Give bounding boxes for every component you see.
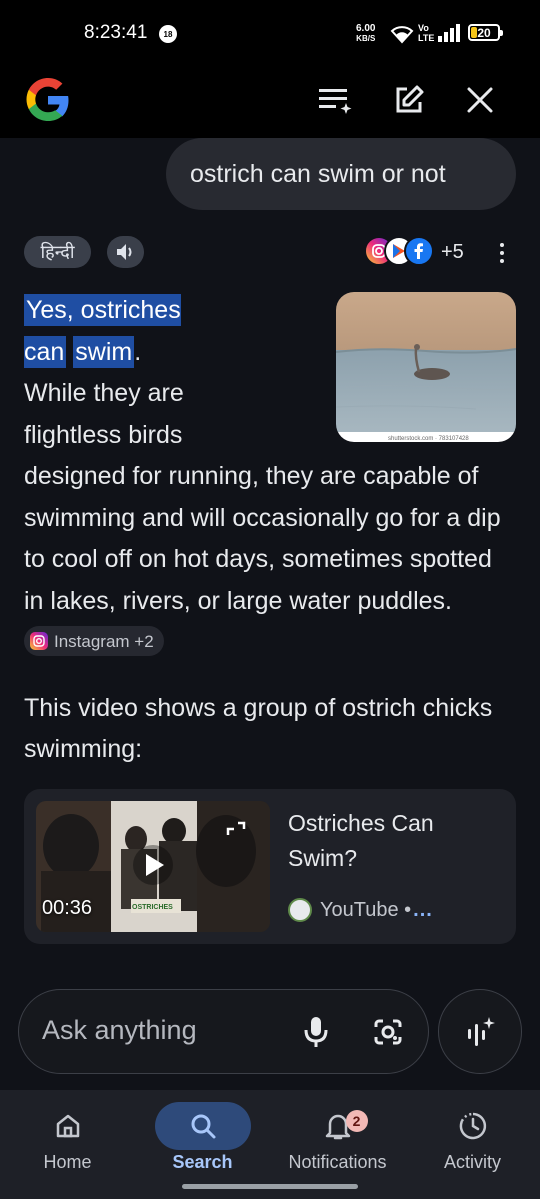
facebook-icon: [404, 236, 434, 266]
volume-icon: [116, 244, 131, 260]
source-icons[interactable]: [364, 234, 434, 268]
battery-fill: [471, 27, 477, 38]
instagram-icon: [30, 632, 48, 651]
nav-notifications[interactable]: 2 Notifications: [270, 1090, 405, 1190]
language-chip[interactable]: हिन्दी: [24, 236, 91, 268]
signal-icon: [438, 24, 462, 47]
nav-activity[interactable]: Activity: [405, 1090, 540, 1190]
volte-line2: LTE: [418, 33, 435, 43]
home-icon: [20, 1102, 116, 1150]
volte-indicator: Vo LTE: [418, 23, 434, 43]
network-speed: 6.00 KB/S: [356, 24, 375, 44]
status-time: 8:23:41: [84, 22, 148, 43]
nav-home[interactable]: Home: [0, 1090, 135, 1190]
home-indicator[interactable]: [182, 1184, 358, 1189]
volte-line1: Vo: [418, 23, 429, 33]
app-bar: [0, 66, 540, 138]
network-speed-value: 6.00: [356, 23, 376, 34]
mic-icon[interactable]: [298, 1012, 334, 1052]
google-g-logo[interactable]: [24, 76, 72, 124]
wifi-icon: [390, 24, 414, 49]
ai-mode-button[interactable]: [438, 989, 522, 1074]
more-sources-count[interactable]: +5: [441, 241, 464, 264]
ai-sparkle-icon: [468, 1016, 495, 1046]
nav-home-label: Home: [43, 1152, 92, 1172]
battery-level: 20: [477, 25, 491, 40]
battery-icon: 20: [468, 24, 503, 41]
video-source-more[interactable]: ...: [413, 899, 433, 922]
status-bar: 8:23:41 18 6.00 KB/S Vo LTE 20: [0, 0, 540, 66]
ask-input-placeholder[interactable]: Ask anything: [42, 1015, 197, 1046]
notification-badge: 2: [345, 1110, 368, 1132]
source-chip-instagram[interactable]: Instagram +2: [24, 626, 164, 657]
close-icon[interactable]: [458, 78, 502, 122]
lens-icon[interactable]: [368, 1012, 408, 1052]
video-source-label: YouTube •: [320, 898, 412, 921]
listen-button[interactable]: [107, 236, 144, 268]
notification-count-badge: 18: [159, 25, 177, 43]
nav-search-label: Search: [172, 1152, 233, 1172]
thumbnail-caption: OSTRICHES: [132, 904, 173, 911]
network-speed-unit: KB/S: [356, 34, 376, 43]
video-intro-text: This video shows a group of ostrich chic…: [24, 694, 493, 763]
bottom-navigation: Home Search 2 Notifications Activity: [0, 1090, 540, 1199]
video-title[interactable]: Ostriches Can Swim?: [288, 806, 498, 876]
search-icon: [154, 1102, 251, 1150]
more-options-icon[interactable]: [490, 238, 514, 268]
nav-notifications-label: Notifications: [288, 1152, 387, 1172]
source-chip-label: Instagram +2: [54, 631, 154, 651]
nav-search[interactable]: Search: [135, 1090, 270, 1190]
channel-avatar: [288, 898, 312, 922]
video-duration: 00:36: [42, 897, 93, 919]
ai-answer-text: Yes, ostriches can swim. While they are …: [24, 290, 514, 664]
activity-icon: [425, 1102, 521, 1150]
nav-activity-label: Activity: [443, 1152, 501, 1172]
video-source-row[interactable]: YouTube •...: [288, 898, 433, 922]
user-query-bubble: ostrich can swim or not: [166, 138, 516, 210]
history-list-icon[interactable]: [313, 78, 357, 122]
new-chat-icon[interactable]: [387, 78, 431, 122]
bell-icon: 2: [290, 1102, 386, 1150]
highlighted-answer-line2: swim: [73, 335, 135, 368]
